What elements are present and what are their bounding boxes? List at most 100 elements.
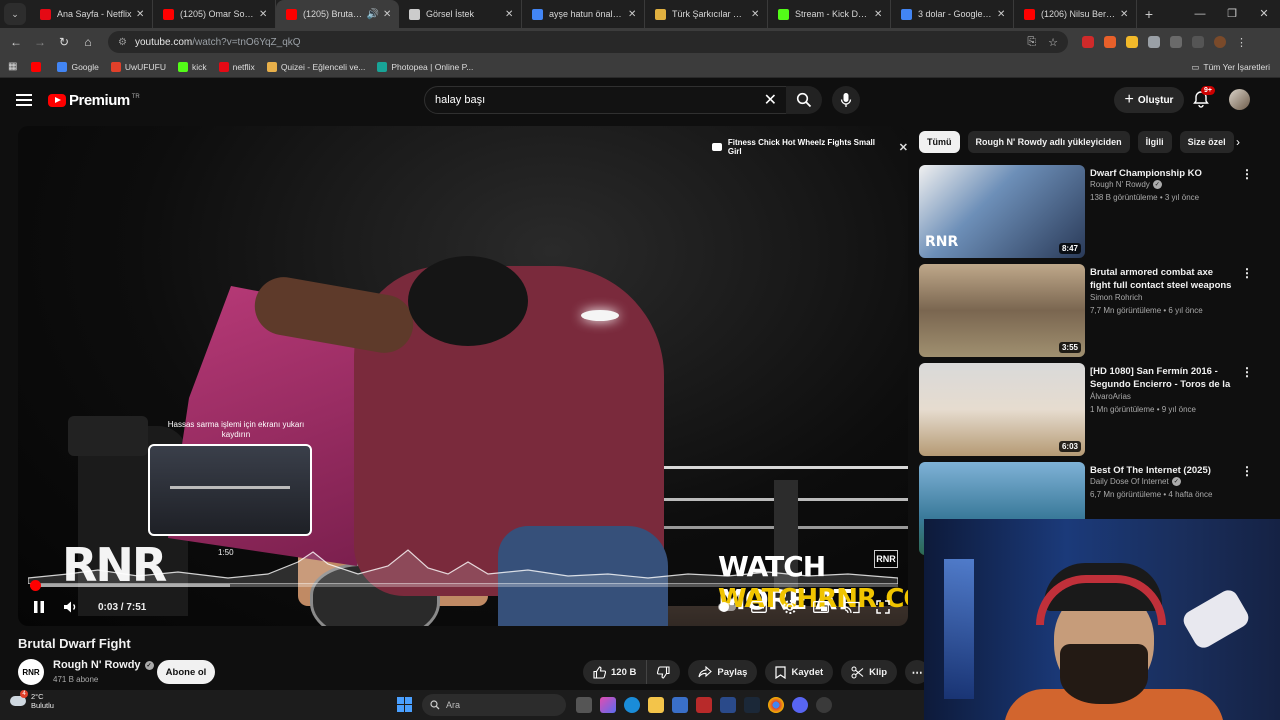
close-tab-icon[interactable]: ✕ <box>505 9 515 20</box>
browser-tab[interactable]: Görsel İstek ✕ <box>399 0 522 28</box>
reload-icon[interactable]: ↻ <box>52 35 76 49</box>
new-tab-button[interactable]: + <box>1137 6 1161 22</box>
save-button[interactable]: Kaydet <box>765 660 834 684</box>
browser-tab[interactable]: (1206) Nilsu Berfin A ✕ <box>1014 0 1137 28</box>
site-info-icon[interactable]: ⚙ <box>118 37 127 48</box>
voice-search-button[interactable] <box>832 86 860 114</box>
volume-button[interactable] <box>60 596 82 618</box>
close-tab-icon[interactable]: ✕ <box>383 9 393 20</box>
address-bar[interactable]: ⚙ youtube.com/watch?v=tnO6YqZ_qkQ ⎘ ☆ <box>108 31 1068 53</box>
create-button[interactable]: + Oluştur <box>1114 87 1184 113</box>
recommendation-channel[interactable]: Simon Rohrich <box>1090 293 1142 302</box>
filter-chip[interactable]: Tümü <box>919 131 960 153</box>
bookmark-item[interactable]: netflix <box>218 61 255 72</box>
browser-tab[interactable]: Stream - Kick Dashbc ✕ <box>768 0 891 28</box>
search-button[interactable] <box>786 86 822 114</box>
close-tab-icon[interactable]: ✕ <box>1120 9 1130 20</box>
close-window-icon[interactable]: ✕ <box>1248 0 1280 28</box>
browser-tab[interactable]: Türk Şarkıcılar Tier Li ✕ <box>645 0 768 28</box>
progress-scrubber[interactable] <box>30 580 42 591</box>
more-options-icon[interactable]: ⋮ <box>1241 266 1253 280</box>
chevron-right-icon[interactable]: › <box>1228 131 1248 153</box>
subscribe-button[interactable]: Abone ol <box>157 660 215 684</box>
like-button[interactable]: 120 B <box>583 660 648 684</box>
recommendation-channel[interactable]: ÁlvaroArias <box>1090 392 1131 401</box>
bookmark-star-icon[interactable]: ☆ <box>1048 36 1058 49</box>
recommendation-channel[interactable]: Rough N' Rowdy ✓ <box>1090 180 1162 189</box>
windows-start-icon[interactable] <box>397 697 412 712</box>
menu-icon[interactable] <box>16 94 32 106</box>
copilot-icon[interactable] <box>600 697 616 713</box>
browser-tab[interactable]: (1205) Brutal Dw 🔊 ✕ <box>276 0 399 28</box>
fullscreen-button[interactable] <box>872 596 894 618</box>
recommendation-title[interactable]: [HD 1080] San Fermín 2016 - Segundo Enci… <box>1090 365 1235 391</box>
apps-grid-icon[interactable]: ▦ <box>8 61 17 72</box>
edge-icon[interactable] <box>624 697 640 713</box>
cast-button[interactable] <box>841 596 863 618</box>
pause-button[interactable] <box>28 596 50 618</box>
filter-chip[interactable]: Rough N' Rowdy adlı yükleyiciden <box>967 131 1130 153</box>
bookmark-item[interactable]: kick <box>177 61 207 72</box>
bookmark-item[interactable]: Quizei - Eğlenceli ve... <box>266 61 365 72</box>
file-explorer-icon[interactable] <box>648 697 664 713</box>
search-input[interactable]: halay başı ✕ <box>424 86 788 114</box>
video-thumbnail[interactable]: RNR 8:47 <box>919 165 1085 258</box>
filter-chip[interactable]: İlgili <box>1137 131 1172 153</box>
account-avatar[interactable] <box>1229 89 1250 110</box>
end-card-teaser[interactable]: Fitness Chick Hot Wheelz Fights Small Gi… <box>712 138 908 156</box>
forward-icon[interactable]: → <box>28 35 52 49</box>
steam-icon[interactable] <box>744 697 760 713</box>
share-button[interactable]: Paylaş <box>688 660 758 684</box>
youtube-logo[interactable]: Premium TR <box>48 92 140 109</box>
task-view-icon[interactable] <box>576 697 592 713</box>
store-icon[interactable] <box>672 697 688 713</box>
puzzle-icon[interactable] <box>1170 36 1182 48</box>
close-tab-icon[interactable]: ✕ <box>259 9 269 20</box>
video-thumbnail[interactable]: 3:55 <box>919 264 1085 357</box>
obs-icon[interactable] <box>816 697 832 713</box>
browser-tab[interactable]: (1205) Omar Souleym ✕ <box>153 0 276 28</box>
extension-icon[interactable] <box>1104 36 1116 48</box>
minimize-icon[interactable]: — <box>1184 0 1216 28</box>
shield-icon[interactable] <box>1148 36 1160 48</box>
taskbar-search[interactable]: Ara <box>422 694 566 716</box>
dislike-button[interactable] <box>647 660 680 684</box>
install-app-icon[interactable]: ⎘ <box>1027 36 1036 49</box>
recommendation-item[interactable]: 6:03 [HD 1080] San Fermín 2016 - Segundo … <box>919 363 1259 457</box>
recommendation-channel[interactable]: Daily Dose Of Internet ✓ <box>1090 477 1181 486</box>
filter-chip[interactable]: Size özel <box>1179 131 1234 153</box>
close-tab-icon[interactable]: ✕ <box>997 9 1007 20</box>
more-options-icon[interactable]: ⋮ <box>1241 167 1253 181</box>
bookmark-item[interactable]: UwUFUFU <box>110 61 166 72</box>
recommendation-title[interactable]: Dwarf Championship KO <box>1090 167 1235 180</box>
subtitles-button[interactable] <box>748 596 770 618</box>
recommendation-title[interactable]: Best Of The Internet (2025) <box>1090 464 1235 477</box>
close-card-icon[interactable]: ✕ <box>899 141 908 154</box>
notifications-button[interactable]: 9+ <box>1192 86 1215 110</box>
clip-button[interactable]: Klip <box>841 660 898 684</box>
browser-tab[interactable]: ayşe hatun önal yaş - ✕ <box>522 0 645 28</box>
clear-search-icon[interactable]: ✕ <box>764 90 777 110</box>
settings-button[interactable] <box>779 596 801 618</box>
browser-tab[interactable]: Ana Sayfa - Netflix ✕ <box>30 0 153 28</box>
restore-icon[interactable]: ❐ <box>1216 0 1248 28</box>
video-player[interactable]: Fitness Chick Hot Wheelz Fights Small Gi… <box>18 126 908 626</box>
recommendation-title[interactable]: Brutal armored combat axe fight full con… <box>1090 266 1235 292</box>
channel-avatar[interactable]: RNR <box>18 659 44 685</box>
recommendation-item[interactable]: RNR 8:47 Dwarf Championship KO Rough N' Row… <box>919 165 1259 259</box>
bookmark-item[interactable]: Google <box>57 61 99 72</box>
channel-name[interactable]: Rough N' Rowdy ✓ <box>53 659 154 671</box>
bookmark-item[interactable]: Photopea | Online P... <box>377 61 473 72</box>
chrome-menu-icon[interactable]: ⋮ <box>1236 36 1247 49</box>
home-icon[interactable]: ⌂ <box>76 35 100 49</box>
bookmark-youtube[interactable] <box>31 61 45 72</box>
more-options-icon[interactable]: ⋮ <box>1241 365 1253 379</box>
tab-audio-icon[interactable]: 🔊 <box>367 9 379 20</box>
extension-icon[interactable] <box>1082 36 1094 48</box>
miniplayer-button[interactable] <box>810 596 832 618</box>
video-thumbnail[interactable]: 6:03 <box>919 363 1085 456</box>
all-bookmarks[interactable]: ▭ Tüm Yer İşaretleri <box>1191 56 1270 78</box>
app-icon[interactable] <box>696 697 712 713</box>
browser-tab[interactable]: 3 dolar - Google'da A ✕ <box>891 0 1014 28</box>
profile-icon[interactable] <box>1214 36 1226 48</box>
